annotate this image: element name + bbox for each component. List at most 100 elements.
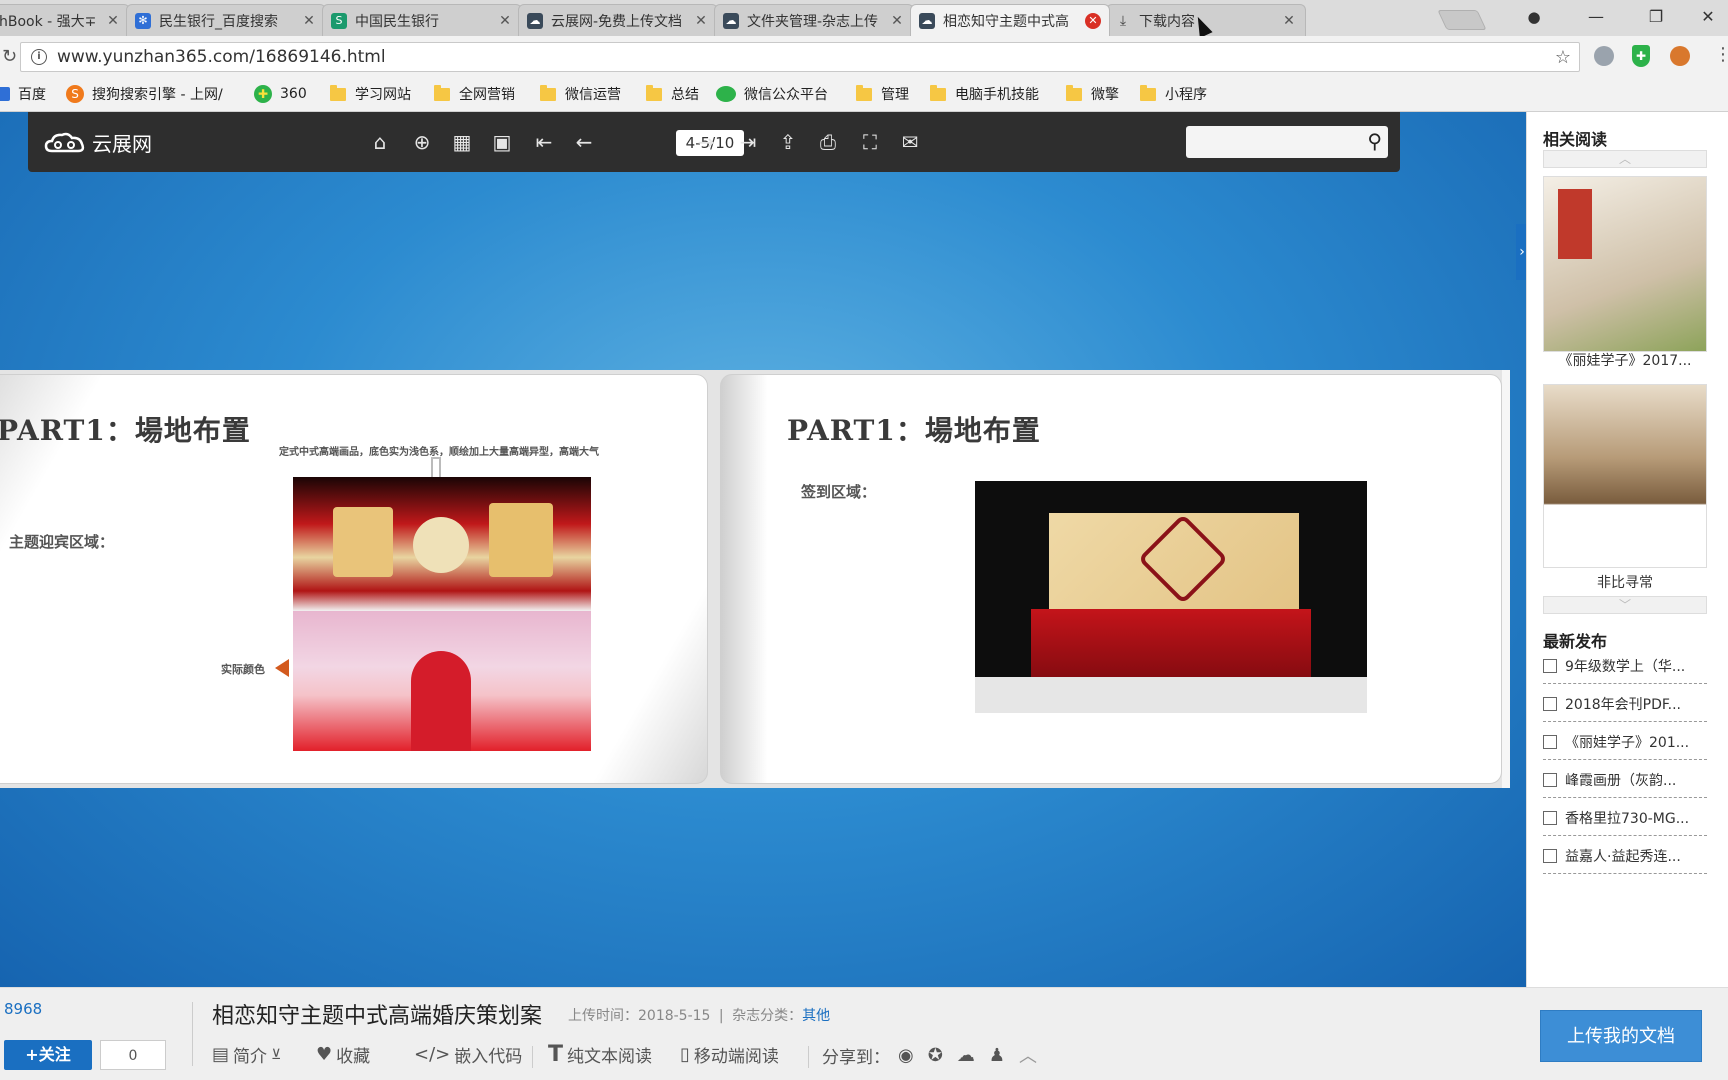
previous-page-icon[interactable]: ← xyxy=(570,128,598,156)
follow-button[interactable]: +关注 xyxy=(4,1040,92,1070)
related-thumb-1[interactable] xyxy=(1543,176,1707,352)
fullscreen-icon[interactable]: ⛶ xyxy=(856,128,884,156)
tab-yunzhan-upload[interactable]: ☁ 云展网-免费上传文档 ✕ xyxy=(518,4,718,36)
shield-extension-icon[interactable]: ✚ xyxy=(1632,45,1650,67)
sogou-icon: S xyxy=(66,85,84,103)
checkbox[interactable] xyxy=(1543,696,1557,711)
first-page-icon[interactable]: ⇤ xyxy=(530,128,558,156)
share-icon[interactable]: ⇪ xyxy=(774,128,802,156)
checkbox[interactable] xyxy=(1543,658,1557,673)
related-thumb-2[interactable] xyxy=(1543,384,1707,568)
heart-icon: ♥ xyxy=(316,1044,333,1065)
extension-icon[interactable] xyxy=(1670,46,1690,66)
wechat-icon[interactable]: ☁ xyxy=(957,1045,975,1066)
category-link[interactable]: 其他 xyxy=(802,1008,830,1024)
zoom-in-icon[interactable]: ⊕ xyxy=(408,128,436,156)
latest-item[interactable]: 香格里拉730-MG... xyxy=(1543,800,1707,836)
tab-minsheng-bank[interactable]: S 中国民生银行 ✕ xyxy=(322,4,522,36)
home-icon[interactable]: ⌂ xyxy=(366,128,394,156)
scroll-up-button[interactable]: ︿ xyxy=(1543,150,1707,168)
flipbook-viewer: 云展网 ⌂ ⊕ ▦ ▣ ⇤ ← 4-5/10 → ⇥ ⇪ ⎙ ⛶ ✉ ⚲ › P… xyxy=(0,112,1528,987)
mobile-read-button[interactable]: ▯ 移动端阅读 xyxy=(680,1042,779,1067)
close-tab-icon[interactable]: ✕ xyxy=(889,13,905,29)
baidu-paw-icon: ✻ xyxy=(135,12,151,29)
star-icon[interactable]: ✪ xyxy=(928,1045,943,1066)
checkbox[interactable] xyxy=(1543,734,1557,749)
related-caption-1[interactable]: 《丽娃学子》2017... xyxy=(1543,350,1707,370)
bookmark-label: 小程序 xyxy=(1165,87,1207,103)
next-page-icon[interactable]: → xyxy=(692,128,720,156)
close-tab-icon[interactable]: ✕ xyxy=(301,13,317,29)
chevron-up-icon[interactable]: ︿ xyxy=(1019,1042,1037,1068)
bookmark-star-icon[interactable]: ☆ xyxy=(1555,47,1571,68)
latest-item[interactable]: 《丽娃学子》201... xyxy=(1543,724,1707,760)
plain-text-button[interactable]: T 纯文本阅读 xyxy=(548,1042,652,1067)
bookmark-item[interactable]: ✚ 360 xyxy=(254,84,307,104)
bookmark-folder[interactable]: 学习网站 xyxy=(330,84,411,104)
favorite-button[interactable]: ♥ 收藏 xyxy=(316,1042,370,1067)
user-profile-icon[interactable]: ● xyxy=(1514,4,1554,30)
next-page-arrow-icon[interactable] xyxy=(1491,565,1500,581)
site-info-icon[interactable]: i xyxy=(31,49,47,65)
print-icon[interactable]: ⎙ xyxy=(814,128,842,156)
close-tab-icon[interactable]: ✕ xyxy=(1085,12,1101,29)
viewer-search-input[interactable]: ⚲ xyxy=(1186,126,1388,158)
folder-icon xyxy=(930,84,946,101)
menu-kebab-icon[interactable]: ⋮ xyxy=(1714,44,1728,65)
tab-title: 民生银行_百度搜索 xyxy=(159,13,278,30)
search-icon[interactable]: ⚲ xyxy=(1367,129,1382,153)
stage-fan xyxy=(413,517,469,573)
tab-current-document[interactable]: ☁ 相恋知守主题中式高 ✕ xyxy=(910,4,1110,36)
venue-photo xyxy=(293,611,591,751)
magazine-logo xyxy=(1558,189,1592,259)
latest-item[interactable]: 峰霞画册（灰韵... xyxy=(1543,762,1707,798)
close-window-button[interactable]: ✕ xyxy=(1688,4,1728,30)
weibo-icon[interactable]: ◉ xyxy=(898,1045,914,1066)
last-page-icon[interactable]: ⇥ xyxy=(734,128,762,156)
bookmark-folder[interactable]: 电脑手机技能 xyxy=(930,84,1039,104)
tab-baidu-search[interactable]: ✻ 民生银行_百度搜索 ✕ xyxy=(126,4,326,36)
bookmark-folder[interactable]: 微擎 xyxy=(1066,84,1119,104)
minimize-button[interactable]: — xyxy=(1576,4,1616,30)
new-tab-button[interactable] xyxy=(1437,10,1487,30)
latest-item[interactable]: 9年级数学上（华... xyxy=(1543,648,1707,684)
bookmark-folder[interactable]: 微信运营 xyxy=(540,84,621,104)
close-tab-icon[interactable]: ✕ xyxy=(497,13,513,29)
right-page[interactable]: PART1：場地布置 签到区域： xyxy=(720,374,1502,784)
checkbox[interactable] xyxy=(1543,772,1557,787)
url-field[interactable]: i www.yunzhan365.com/16869146.html ☆ xyxy=(20,42,1580,72)
embed-label: 嵌入代码 xyxy=(454,1047,523,1067)
restore-button[interactable]: ❐ xyxy=(1636,4,1676,30)
folder-icon xyxy=(434,84,450,101)
bookmark-item[interactable]: S 搜狗搜索引擎 - 上网/ xyxy=(66,84,223,104)
email-icon[interactable]: ✉ xyxy=(896,128,924,156)
latest-item[interactable]: 益嘉人·益起秀连... xyxy=(1543,838,1707,874)
close-tab-icon[interactable]: ✕ xyxy=(105,13,121,29)
yunzhan-logo[interactable]: 云展网 xyxy=(44,128,152,157)
qq-icon[interactable]: ♟ xyxy=(989,1045,1005,1066)
summary-button[interactable]: ▤ 简介 ⊻ xyxy=(212,1042,285,1067)
checkbox[interactable] xyxy=(1543,848,1557,863)
bookmark-item[interactable]: 百度 xyxy=(0,84,46,104)
checkbox[interactable] xyxy=(1543,810,1557,825)
upload-document-button[interactable]: 上传我的文档 xyxy=(1540,1010,1702,1062)
thumbnails-icon[interactable]: ▦ xyxy=(448,128,476,156)
tab-folder-manage[interactable]: ☁ 文件夹管理-杂志上传 ✕ xyxy=(714,4,914,36)
bookmark-folder[interactable]: 全网营销 xyxy=(434,84,515,104)
latest-item[interactable]: 2018年会刊PDF... xyxy=(1543,686,1707,722)
bookmark-folder[interactable]: 总结 xyxy=(646,84,699,104)
embed-code-button[interactable]: </> 嵌入代码 xyxy=(414,1042,522,1067)
bookmark-folder[interactable]: 小程序 xyxy=(1140,84,1207,104)
extension-icon[interactable] xyxy=(1594,46,1614,66)
left-page[interactable]: PART1：場地布置 定式中式高端画品，底色实为浅色系，顺绘加上大量高端异型，高… xyxy=(0,374,708,784)
bookmark-folder[interactable]: 管理 xyxy=(856,84,909,104)
close-tab-icon[interactable]: ✕ xyxy=(693,13,709,29)
related-caption-2[interactable]: 非比寻常 xyxy=(1543,572,1707,592)
folder-icon xyxy=(646,84,662,101)
close-tab-icon[interactable]: ✕ xyxy=(1281,13,1297,29)
tab-hbook[interactable]: hBook - 强大∓ ✕ xyxy=(0,4,130,36)
bookmark-item[interactable]: 微信公众平台 xyxy=(716,84,828,104)
scroll-down-button[interactable]: ﹀ xyxy=(1543,596,1707,614)
reload-icon[interactable]: ↻ xyxy=(2,46,17,67)
single-page-icon[interactable]: ▣ xyxy=(488,128,516,156)
